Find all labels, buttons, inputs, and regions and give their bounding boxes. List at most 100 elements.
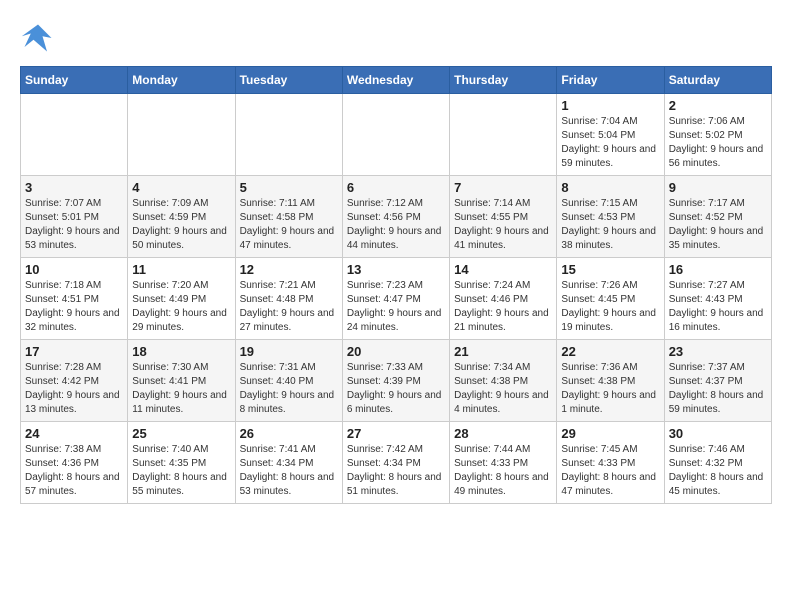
calendar-cell: 9 Sunrise: 7:17 AM Sunset: 4:52 PM Daylig… <box>664 176 771 258</box>
day-info: Sunrise: 7:06 AM Sunset: 5:02 PM Dayligh… <box>669 115 767 171</box>
calendar-cell: 18 Sunrise: 7:30 AM Sunset: 4:41 PM Dayli… <box>128 340 235 422</box>
calendar-cell: 2 Sunrise: 7:06 AM Sunset: 5:02 PM Daylig… <box>664 94 771 176</box>
day-info: Sunrise: 7:46 AM Sunset: 4:32 PM Dayligh… <box>669 443 767 499</box>
logo <box>20 20 62 56</box>
calendar-cell: 6 Sunrise: 7:12 AM Sunset: 4:56 PM Daylig… <box>342 176 449 258</box>
weekday-header: Thursday <box>450 67 557 94</box>
day-number: 5 <box>240 180 338 195</box>
day-number: 21 <box>454 344 552 359</box>
calendar-cell <box>128 94 235 176</box>
day-info: Sunrise: 7:14 AM Sunset: 4:55 PM Dayligh… <box>454 197 552 253</box>
day-info: Sunrise: 7:41 AM Sunset: 4:34 PM Dayligh… <box>240 443 338 499</box>
calendar-header: SundayMondayTuesdayWednesdayThursdayFrid… <box>21 67 772 94</box>
calendar-cell: 19 Sunrise: 7:31 AM Sunset: 4:40 PM Dayli… <box>235 340 342 422</box>
calendar-cell: 14 Sunrise: 7:24 AM Sunset: 4:46 PM Dayli… <box>450 258 557 340</box>
day-info: Sunrise: 7:18 AM Sunset: 4:51 PM Dayligh… <box>25 279 123 335</box>
day-number: 14 <box>454 262 552 277</box>
day-info: Sunrise: 7:44 AM Sunset: 4:33 PM Dayligh… <box>454 443 552 499</box>
calendar-cell: 11 Sunrise: 7:20 AM Sunset: 4:49 PM Dayli… <box>128 258 235 340</box>
calendar-cell <box>21 94 128 176</box>
weekday-header: Tuesday <box>235 67 342 94</box>
weekday-header: Saturday <box>664 67 771 94</box>
logo-icon <box>20 20 56 56</box>
day-info: Sunrise: 7:26 AM Sunset: 4:45 PM Dayligh… <box>561 279 659 335</box>
calendar-cell: 4 Sunrise: 7:09 AM Sunset: 4:59 PM Daylig… <box>128 176 235 258</box>
calendar-week-row: 3 Sunrise: 7:07 AM Sunset: 5:01 PM Daylig… <box>21 176 772 258</box>
day-number: 18 <box>132 344 230 359</box>
calendar-cell: 10 Sunrise: 7:18 AM Sunset: 4:51 PM Dayli… <box>21 258 128 340</box>
day-number: 1 <box>561 98 659 113</box>
day-info: Sunrise: 7:12 AM Sunset: 4:56 PM Dayligh… <box>347 197 445 253</box>
day-info: Sunrise: 7:33 AM Sunset: 4:39 PM Dayligh… <box>347 361 445 417</box>
calendar-cell: 29 Sunrise: 7:45 AM Sunset: 4:33 PM Dayli… <box>557 422 664 504</box>
calendar-week-row: 1 Sunrise: 7:04 AM Sunset: 5:04 PM Daylig… <box>21 94 772 176</box>
day-info: Sunrise: 7:38 AM Sunset: 4:36 PM Dayligh… <box>25 443 123 499</box>
day-info: Sunrise: 7:04 AM Sunset: 5:04 PM Dayligh… <box>561 115 659 171</box>
calendar-cell <box>235 94 342 176</box>
day-info: Sunrise: 7:36 AM Sunset: 4:38 PM Dayligh… <box>561 361 659 417</box>
calendar-cell: 26 Sunrise: 7:41 AM Sunset: 4:34 PM Dayli… <box>235 422 342 504</box>
day-info: Sunrise: 7:20 AM Sunset: 4:49 PM Dayligh… <box>132 279 230 335</box>
calendar-cell: 12 Sunrise: 7:21 AM Sunset: 4:48 PM Dayli… <box>235 258 342 340</box>
calendar-cell: 22Sunrise: 7:36 AM Sunset: 4:38 PM Dayli… <box>557 340 664 422</box>
header <box>20 20 772 56</box>
day-number: 6 <box>347 180 445 195</box>
day-number: 24 <box>25 426 123 441</box>
day-number: 19 <box>240 344 338 359</box>
calendar-cell: 5 Sunrise: 7:11 AM Sunset: 4:58 PM Daylig… <box>235 176 342 258</box>
calendar-cell: 21 Sunrise: 7:34 AM Sunset: 4:38 PM Dayli… <box>450 340 557 422</box>
calendar-cell: 30 Sunrise: 7:46 AM Sunset: 4:32 PM Dayli… <box>664 422 771 504</box>
day-info: Sunrise: 7:11 AM Sunset: 4:58 PM Dayligh… <box>240 197 338 253</box>
day-number: 12 <box>240 262 338 277</box>
day-info: Sunrise: 7:45 AM Sunset: 4:33 PM Dayligh… <box>561 443 659 499</box>
day-info: Sunrise: 7:15 AM Sunset: 4:53 PM Dayligh… <box>561 197 659 253</box>
day-info: Sunrise: 7:07 AM Sunset: 5:01 PM Dayligh… <box>25 197 123 253</box>
day-number: 10 <box>25 262 123 277</box>
day-number: 26 <box>240 426 338 441</box>
day-info: Sunrise: 7:27 AM Sunset: 4:43 PM Dayligh… <box>669 279 767 335</box>
day-info: Sunrise: 7:34 AM Sunset: 4:38 PM Dayligh… <box>454 361 552 417</box>
calendar-cell <box>342 94 449 176</box>
day-number: 9 <box>669 180 767 195</box>
day-number: 11 <box>132 262 230 277</box>
day-number: 2 <box>669 98 767 113</box>
day-info: Sunrise: 7:09 AM Sunset: 4:59 PM Dayligh… <box>132 197 230 253</box>
day-number: 3 <box>25 180 123 195</box>
calendar-week-row: 17Sunrise: 7:28 AM Sunset: 4:42 PM Dayli… <box>21 340 772 422</box>
day-number: 25 <box>132 426 230 441</box>
calendar-cell: 24 Sunrise: 7:38 AM Sunset: 4:36 PM Dayli… <box>21 422 128 504</box>
calendar-cell: 17Sunrise: 7:28 AM Sunset: 4:42 PM Dayli… <box>21 340 128 422</box>
day-info: Sunrise: 7:21 AM Sunset: 4:48 PM Dayligh… <box>240 279 338 335</box>
calendar-cell: 20 Sunrise: 7:33 AM Sunset: 4:39 PM Dayli… <box>342 340 449 422</box>
weekday-row: SundayMondayTuesdayWednesdayThursdayFrid… <box>21 67 772 94</box>
day-info: Sunrise: 7:31 AM Sunset: 4:40 PM Dayligh… <box>240 361 338 417</box>
day-number: 29 <box>561 426 659 441</box>
day-info: Sunrise: 7:24 AM Sunset: 4:46 PM Dayligh… <box>454 279 552 335</box>
weekday-header: Sunday <box>21 67 128 94</box>
weekday-header: Friday <box>557 67 664 94</box>
day-number: 28 <box>454 426 552 441</box>
calendar-cell <box>450 94 557 176</box>
weekday-header: Monday <box>128 67 235 94</box>
calendar-week-row: 24 Sunrise: 7:38 AM Sunset: 4:36 PM Dayli… <box>21 422 772 504</box>
day-number: 7 <box>454 180 552 195</box>
day-number: 8 <box>561 180 659 195</box>
day-info: Sunrise: 7:30 AM Sunset: 4:41 PM Dayligh… <box>132 361 230 417</box>
day-number: 13 <box>347 262 445 277</box>
calendar-cell: 23Sunrise: 7:37 AM Sunset: 4:37 PM Dayli… <box>664 340 771 422</box>
day-number: 30 <box>669 426 767 441</box>
calendar-cell: 13 Sunrise: 7:23 AM Sunset: 4:47 PM Dayli… <box>342 258 449 340</box>
calendar-cell: 25 Sunrise: 7:40 AM Sunset: 4:35 PM Dayli… <box>128 422 235 504</box>
day-info: Sunrise: 7:17 AM Sunset: 4:52 PM Dayligh… <box>669 197 767 253</box>
day-number: 27 <box>347 426 445 441</box>
calendar-week-row: 10 Sunrise: 7:18 AM Sunset: 4:51 PM Dayli… <box>21 258 772 340</box>
day-info: Sunrise: 7:40 AM Sunset: 4:35 PM Dayligh… <box>132 443 230 499</box>
day-number: 20 <box>347 344 445 359</box>
calendar-cell: 27 Sunrise: 7:42 AM Sunset: 4:34 PM Dayli… <box>342 422 449 504</box>
day-info: Sunrise: 7:42 AM Sunset: 4:34 PM Dayligh… <box>347 443 445 499</box>
day-number: 4 <box>132 180 230 195</box>
calendar-cell: 16Sunrise: 7:27 AM Sunset: 4:43 PM Dayli… <box>664 258 771 340</box>
calendar-body: 1 Sunrise: 7:04 AM Sunset: 5:04 PM Daylig… <box>21 94 772 504</box>
weekday-header: Wednesday <box>342 67 449 94</box>
day-info: Sunrise: 7:23 AM Sunset: 4:47 PM Dayligh… <box>347 279 445 335</box>
